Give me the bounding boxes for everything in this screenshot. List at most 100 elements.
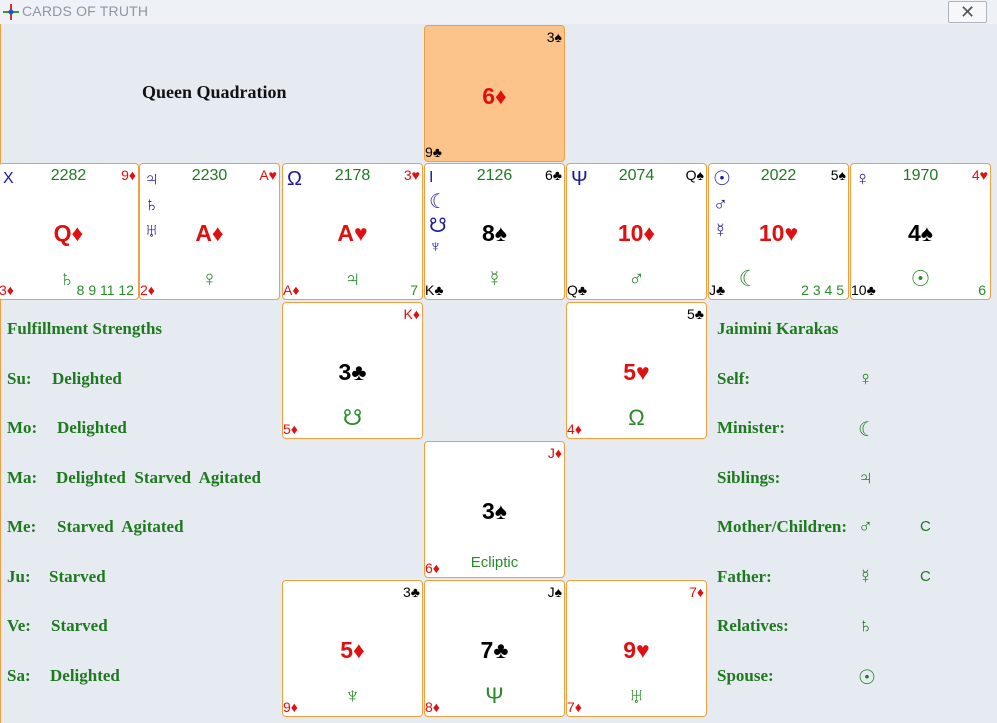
card-bottom-left: 7♦ (567, 699, 582, 715)
card-top-right: A♥ (259, 167, 277, 183)
venus-icon: ♀ (858, 368, 873, 390)
karaka-label: Spouse: (717, 666, 774, 685)
card-value: A♦ (195, 220, 224, 246)
ecliptic-card[interactable]: J♦ 3♠ Ecliptic 6♦ (424, 441, 565, 578)
card-8-spades[interactable]: I ☾ ☋ ♆ 2126 6♣ 8♠ ☿ K♣ (424, 163, 565, 300)
center-card-value: 6♦ (482, 83, 507, 109)
saturn-icon: ♄ (858, 615, 873, 637)
card-4-spades[interactable]: ♀ 1970 4♥ 4♠ ☉ 10♣ 6 (850, 163, 991, 300)
card-value: 8♠ (481, 220, 507, 246)
planet-label: Ve: (7, 616, 31, 635)
card-a-hearts[interactable]: Ω 2178 3♥ A♥ ♃ A♦ 7 (282, 163, 423, 300)
card-top-right: 6♣ (545, 167, 562, 183)
karaka-label: Self: (717, 369, 751, 388)
card-number: 2282 (50, 167, 87, 184)
window-title: CARDS OF TRUTH (22, 3, 149, 19)
card-number: 2022 (760, 167, 797, 184)
card-bottom-left: K♣ (425, 282, 444, 298)
card-bottom-left: 5♦ (283, 421, 298, 437)
moon-icon: ☾ (429, 191, 447, 213)
card-5-hearts[interactable]: 5♣ 5♥ Ω 4♦ (566, 302, 707, 439)
card-5-diamonds[interactable]: 3♣ 5♦ ♆ 9♦ (282, 580, 423, 717)
mercury-icon: ☿ (486, 266, 503, 291)
mars-icon: ♂ (713, 194, 728, 216)
card-value: A♥ (337, 220, 368, 246)
mars-icon: ♂ (858, 516, 873, 538)
strength-value: Delighted (57, 418, 127, 437)
south-node-icon: ☋ (342, 405, 363, 430)
card-bottom-left: 8♦ (425, 699, 440, 715)
karaka-flag: C (920, 568, 931, 585)
strength-value: Starved (51, 616, 108, 635)
card-10-hearts[interactable]: ☉ ♂ ☿ 2022 5♠ 10♥ ☾ J♣ 2 3 4 5 (708, 163, 849, 300)
card-3-clubs[interactable]: K♦ 3♣ ☋ 5♦ (282, 302, 423, 439)
sun-icon: ☉ (858, 667, 876, 689)
card-top-right: 4♥ (971, 167, 988, 183)
card-top-right: 9♦ (121, 167, 136, 183)
center-card-top-right: 3♠ (546, 29, 562, 45)
fulfillment-title: Fulfillment Strengths (7, 319, 163, 338)
karaka-label: Minister: (717, 418, 785, 437)
card-q-diamonds[interactable]: X 2282 9♦ Q♦ ♄ 3♦ 8 9 11 12 (0, 163, 139, 300)
card-value: 9♥ (623, 637, 650, 663)
card-7-clubs[interactable]: J♠ 7♣ Ψ 8♦ (424, 580, 565, 717)
strength-value: Delighted (50, 666, 120, 685)
planet-label: Su: (7, 369, 32, 388)
planet-label: Ju: (7, 567, 31, 586)
card-top-right: 3♣ (403, 584, 420, 600)
card-bottom-left: 2♦ (140, 282, 155, 298)
card-houses: 7 (410, 282, 418, 298)
planet-label: Mo: (7, 418, 38, 437)
card-9-hearts[interactable]: 7♦ 9♥ ♅ 7♦ (566, 580, 707, 717)
card-value: 3♠ (481, 498, 507, 524)
karakas-title: Jaimini Karakas (717, 319, 839, 338)
card-number: 2178 (334, 167, 371, 184)
strength-value: Delighted Starved Agitated (56, 468, 261, 487)
close-button[interactable]: ✕ (948, 1, 987, 23)
karaka-label: Father: (717, 567, 772, 586)
saturn-icon: ♄ (144, 194, 159, 216)
jupiter-icon: ♃ (344, 266, 361, 291)
card-number: 2230 (191, 167, 228, 184)
spread-title: Queen Quadration (142, 82, 287, 102)
card-bottom-left: 4♦ (567, 421, 582, 437)
card-houses: 6 (978, 282, 986, 298)
card-top-right: 5♠ (830, 167, 846, 183)
karaka-label: Siblings: (717, 468, 781, 487)
app-compass-icon (3, 4, 19, 20)
card-top-right: 7♦ (689, 584, 704, 600)
strength-value: Starved Agitated (57, 517, 184, 536)
planet-label: Ma: (7, 468, 38, 487)
card-top-right: J♠ (547, 584, 562, 600)
card-value: 5♥ (623, 359, 650, 385)
card-bottom-left: 10♣ (851, 282, 876, 298)
card-a-diamonds[interactable]: ♃ ♄ ♅ 2230 A♥ A♦ ♀ 2♦ (139, 163, 280, 300)
card-top-right: 5♣ (687, 306, 704, 322)
card-value: 3♣ (338, 359, 367, 385)
center-card[interactable]: 3♠ 6♦ 9♣ (424, 25, 565, 162)
title-bar: CARDS OF TRUTH ✕ (0, 0, 997, 24)
planet-label: Sa: (7, 666, 31, 685)
card-top-right: K♦ (403, 306, 420, 322)
moon-icon: ☾ (858, 419, 876, 441)
pluto-icon: ♆ (344, 683, 361, 708)
center-card-bottom-left: 9♣ (425, 144, 442, 160)
card-bottom-left: Q♣ (567, 282, 588, 298)
card-value: 10♦ (617, 220, 656, 246)
card-value: 10♥ (758, 220, 799, 246)
card-houses: 2 3 4 5 (801, 282, 844, 298)
north-node-icon: Ω (628, 405, 645, 430)
card-top-right: J♦ (547, 445, 562, 461)
karaka-flag: C (920, 518, 931, 535)
neptune-icon: Ψ (485, 683, 504, 708)
card-bottom-left: 3♦ (0, 282, 14, 298)
karaka-label: Relatives: (717, 616, 789, 635)
jupiter-icon: ♃ (858, 467, 873, 489)
card-houses: 8 9 11 12 (76, 282, 134, 298)
card-value: 7♣ (480, 637, 509, 663)
card-top-right: 3♥ (403, 167, 420, 183)
mercury-icon: ☿ (858, 566, 873, 588)
karaka-label: Mother/Children: (717, 517, 848, 536)
card-value: 4♠ (907, 220, 933, 246)
ecliptic-caption: Ecliptic (470, 554, 519, 571)
